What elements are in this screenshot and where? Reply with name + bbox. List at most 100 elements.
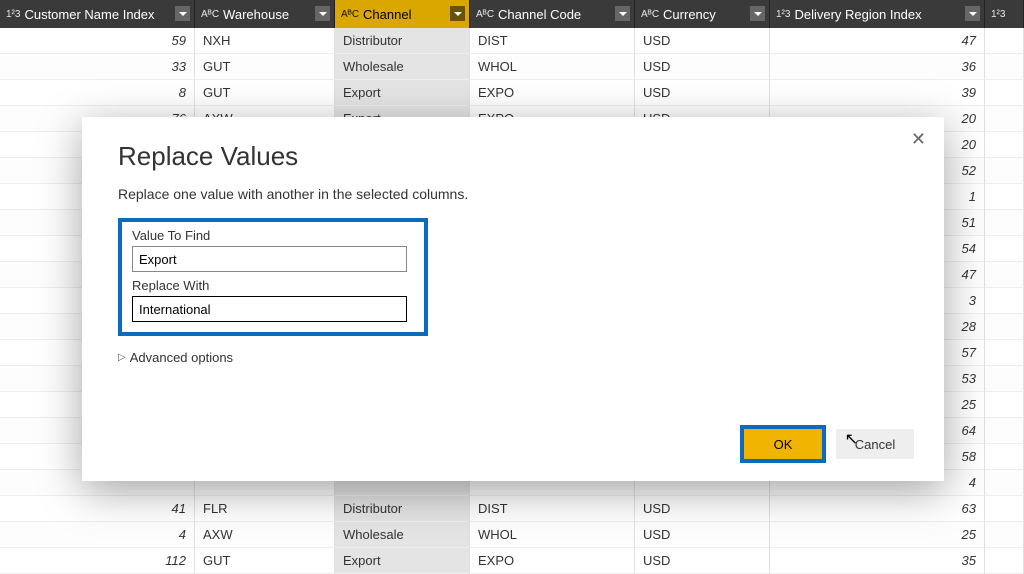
replace-with-input[interactable] (132, 296, 407, 322)
close-icon[interactable]: ✕ (911, 129, 926, 150)
cell[interactable]: Wholesale (335, 522, 470, 548)
type-icon: AᴮC (201, 9, 219, 20)
cell[interactable]: 36 (770, 54, 985, 80)
dropdown-icon[interactable] (175, 6, 190, 21)
cell[interactable]: USD (635, 496, 770, 522)
column-header-warehouse[interactable]: AᴮC Warehouse (195, 0, 335, 28)
type-icon: AᴮC (476, 9, 494, 20)
cell[interactable]: Distributor (335, 28, 470, 54)
cell[interactable]: Wholesale (335, 54, 470, 80)
table-row[interactable]: 59NXHDistributorDISTUSD47 (0, 28, 1024, 54)
cell[interactable] (985, 548, 1024, 574)
cell[interactable]: USD (635, 80, 770, 106)
cell[interactable] (985, 184, 1024, 210)
table-row[interactable]: 41FLRDistributorDISTUSD63 (0, 496, 1024, 522)
input-highlight: Value To Find Replace With (118, 218, 428, 336)
cell[interactable]: USD (635, 548, 770, 574)
cell[interactable]: 8 (0, 80, 195, 106)
value-to-find-input[interactable] (132, 246, 407, 272)
advanced-options-toggle[interactable]: Advanced options (118, 350, 908, 365)
cell[interactable]: USD (635, 54, 770, 80)
cell[interactable] (985, 496, 1024, 522)
cell[interactable] (985, 54, 1024, 80)
table-row[interactable]: 4AXWWholesaleWHOLUSD25 (0, 522, 1024, 548)
cell[interactable]: Distributor (335, 496, 470, 522)
cell[interactable]: DIST (470, 496, 635, 522)
cell[interactable]: Export (335, 80, 470, 106)
column-header-currency[interactable]: AᴮC Currency (635, 0, 770, 28)
column-label: Customer Name Index (24, 7, 154, 22)
cell[interactable]: 35 (770, 548, 985, 574)
cell[interactable]: EXPO (470, 80, 635, 106)
cell[interactable]: WHOL (470, 522, 635, 548)
cell[interactable]: WHOL (470, 54, 635, 80)
cell[interactable] (985, 80, 1024, 106)
cell[interactable] (985, 444, 1024, 470)
replace-with-label: Replace With (132, 278, 414, 293)
cell[interactable]: 4 (0, 522, 195, 548)
table-row[interactable]: 33GUTWholesaleWHOLUSD36 (0, 54, 1024, 80)
dropdown-icon[interactable] (450, 6, 465, 21)
cell[interactable]: GUT (195, 54, 335, 80)
cell[interactable]: USD (635, 522, 770, 548)
dropdown-icon[interactable] (615, 6, 630, 21)
value-to-find-label: Value To Find (132, 228, 414, 243)
cell[interactable]: 112 (0, 548, 195, 574)
column-label: Delivery Region Index (794, 7, 921, 22)
cell[interactable]: 63 (770, 496, 985, 522)
type-icon: AᴮC (641, 9, 659, 20)
cell[interactable] (985, 106, 1024, 132)
column-label: Warehouse (223, 7, 289, 22)
column-label: Currency (663, 7, 716, 22)
type-icon: 1²3 (776, 9, 790, 20)
cancel-button[interactable]: Cancel (836, 429, 914, 459)
dialog-subtitle: Replace one value with another in the se… (118, 186, 908, 202)
column-label: Channel Code (498, 7, 581, 22)
advanced-options-label: Advanced options (130, 350, 233, 365)
column-header-row: 1²3 Customer Name Index AᴮC Warehouse Aᴮ… (0, 0, 1024, 28)
column-header-channel[interactable]: AᴮC Channel (335, 0, 470, 28)
dropdown-icon[interactable] (750, 6, 765, 21)
cell[interactable] (985, 132, 1024, 158)
cell[interactable] (985, 158, 1024, 184)
cell[interactable]: 25 (770, 522, 985, 548)
cell[interactable] (985, 470, 1024, 496)
cell[interactable]: GUT (195, 548, 335, 574)
cell[interactable]: NXH (195, 28, 335, 54)
cell[interactable]: 39 (770, 80, 985, 106)
cell[interactable] (985, 522, 1024, 548)
cell[interactable]: 59 (0, 28, 195, 54)
cell[interactable] (985, 288, 1024, 314)
cell[interactable] (985, 236, 1024, 262)
dropdown-icon[interactable] (315, 6, 330, 21)
cell[interactable]: DIST (470, 28, 635, 54)
cell[interactable]: USD (635, 28, 770, 54)
cell[interactable]: 41 (0, 496, 195, 522)
column-header-customer-name-index[interactable]: 1²3 Customer Name Index (0, 0, 195, 28)
column-label: Channel (363, 7, 411, 22)
cell[interactable] (985, 418, 1024, 444)
cell[interactable]: 47 (770, 28, 985, 54)
cell[interactable]: EXPO (470, 548, 635, 574)
column-header-channel-code[interactable]: AᴮC Channel Code (470, 0, 635, 28)
ok-button[interactable]: OK (744, 429, 822, 459)
cell[interactable]: 33 (0, 54, 195, 80)
column-header-extra[interactable]: 1²3 (985, 0, 1024, 28)
cell[interactable] (985, 28, 1024, 54)
cell[interactable] (985, 340, 1024, 366)
table-row[interactable]: 112GUTExportEXPOUSD35 (0, 548, 1024, 574)
replace-values-dialog: ✕ Replace Values Replace one value with … (82, 117, 944, 481)
cell[interactable]: Export (335, 548, 470, 574)
cell[interactable]: FLR (195, 496, 335, 522)
cell[interactable] (985, 262, 1024, 288)
dropdown-icon[interactable] (965, 6, 980, 21)
cell[interactable] (985, 210, 1024, 236)
cell[interactable] (985, 392, 1024, 418)
cell[interactable]: GUT (195, 80, 335, 106)
cell[interactable]: AXW (195, 522, 335, 548)
button-row: OK Cancel ↖ (744, 429, 914, 459)
column-header-delivery-region-index[interactable]: 1²3 Delivery Region Index (770, 0, 985, 28)
table-row[interactable]: 8GUTExportEXPOUSD39 (0, 80, 1024, 106)
cell[interactable] (985, 314, 1024, 340)
cell[interactable] (985, 366, 1024, 392)
